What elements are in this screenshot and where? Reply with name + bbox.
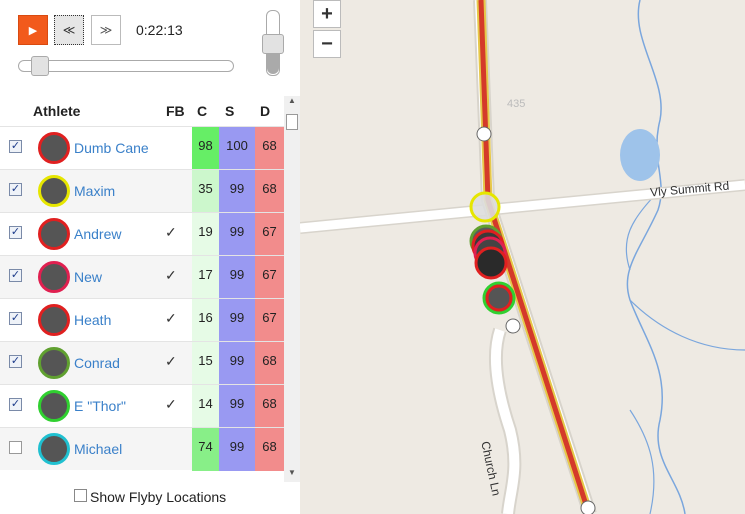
distance-cell: 67: [255, 299, 284, 342]
distance-cell: 67: [255, 213, 284, 256]
cadence-cell: 19: [192, 213, 219, 256]
flyby-checkbox[interactable]: [74, 489, 87, 502]
athlete-checkbox[interactable]: ✓: [9, 226, 22, 239]
elapsed-time: 0:22:13: [136, 22, 183, 38]
athlete-checkbox[interactable]: ✓: [9, 269, 22, 282]
rewind-button[interactable]: ≪: [54, 15, 84, 45]
header-athlete[interactable]: Athlete: [33, 103, 80, 119]
distance-cell: 68: [255, 342, 284, 385]
athlete-avatar: [38, 132, 70, 164]
map-view[interactable]: 435 Vly Summit Rd Church Ln + −: [300, 0, 745, 514]
speed-cell: 99: [219, 213, 255, 256]
zoom-out-button[interactable]: −: [313, 30, 341, 58]
athlete-avatar: [38, 261, 70, 293]
cadence-cell: 17: [192, 256, 219, 299]
flyby-check: ✓: [165, 310, 177, 326]
speed-slider-fill: [267, 52, 279, 74]
flyby-check: ✓: [165, 224, 177, 240]
athlete-avatar: [38, 175, 70, 207]
athlete-checkbox[interactable]: ✓: [9, 398, 22, 411]
speed-cell: 99: [219, 428, 255, 471]
table-row: ✓ E "Thor" ✓ 14 99 68: [0, 384, 284, 428]
athlete-checkbox[interactable]: [9, 441, 22, 454]
speed-cell: 99: [219, 299, 255, 342]
cadence-cell: 14: [192, 385, 219, 428]
athlete-name-link[interactable]: Michael: [74, 441, 122, 457]
table-row: Michael 74 99 68: [0, 427, 284, 471]
footer: Show Flyby Locations: [0, 482, 300, 514]
athlete-name-link[interactable]: Conrad: [74, 355, 120, 371]
cadence-cell: 16: [192, 299, 219, 342]
distance-cell: 68: [255, 170, 284, 213]
speed-cell: 99: [219, 342, 255, 385]
flyby-label[interactable]: Show Flyby Locations: [90, 489, 226, 505]
zoom-in-button[interactable]: +: [313, 0, 341, 28]
athlete-avatar: [38, 218, 70, 250]
table-row: ✓ Andrew ✓ 19 99 67: [0, 212, 284, 256]
play-icon: ▶: [28, 24, 38, 37]
table-row: ✓ Conrad ✓ 15 99 68: [0, 341, 284, 385]
athlete-avatar: [38, 433, 70, 465]
distance-cell: 68: [255, 428, 284, 471]
athlete-checkbox[interactable]: ✓: [9, 183, 22, 196]
header-s[interactable]: S: [225, 103, 234, 119]
table-scrollbar[interactable]: [284, 96, 300, 482]
cadence-cell: 74: [192, 428, 219, 471]
athlete-name-link[interactable]: New: [74, 269, 102, 285]
table-row: ✓ Maxim 35 99 68: [0, 169, 284, 213]
cadence-cell: 35: [192, 170, 219, 213]
fast-forward-button[interactable]: ≫: [91, 15, 121, 45]
scrollbar-thumb[interactable]: [286, 114, 298, 130]
cadence-cell: 98: [192, 127, 219, 170]
flyby-check: ✓: [165, 396, 177, 412]
scroll-down-arrow-icon[interactable]: ▼: [284, 468, 300, 482]
athlete-name-link[interactable]: Andrew: [74, 226, 121, 242]
speed-cell: 100: [219, 127, 255, 170]
timeline-slider[interactable]: [18, 60, 234, 72]
left-panel: ▶ ≪ ≫ 0:22:13 Athlete FB C S D ✓ Dumb Can…: [0, 0, 300, 514]
athlete-table: Athlete FB C S D ✓ Dumb Cane 98 100 68 ✓ Maxim…: [0, 96, 300, 482]
table-row: ✓ Heath ✓ 16 99 67: [0, 298, 284, 342]
flyby-check: ✓: [165, 267, 177, 283]
map-canvas: 435: [300, 0, 745, 514]
scroll-up-arrow-icon[interactable]: ▲: [284, 96, 300, 110]
table-row: ✓ New ✓ 17 99 67: [0, 255, 284, 299]
play-button[interactable]: ▶: [18, 15, 48, 45]
svg-text:435: 435: [507, 98, 525, 110]
timeline-slider-thumb[interactable]: [30, 56, 49, 76]
distance-cell: 67: [255, 256, 284, 299]
distance-cell: 68: [255, 127, 284, 170]
flyby-check: ✓: [165, 353, 177, 369]
rewind-icon: ≪: [62, 23, 76, 37]
header-d[interactable]: D: [260, 103, 270, 119]
speed-cell: 99: [219, 385, 255, 428]
header-fb[interactable]: FB: [166, 103, 185, 119]
athlete-name-link[interactable]: Maxim: [74, 183, 115, 199]
table-header: Athlete FB C S D: [0, 96, 284, 126]
athlete-name-link[interactable]: Dumb Cane: [74, 140, 149, 156]
athlete-avatar: [38, 304, 70, 336]
table-row: ✓ Dumb Cane 98 100 68: [0, 126, 284, 170]
playback-controls: ▶ ≪ ≫ 0:22:13: [0, 0, 300, 96]
athlete-checkbox[interactable]: ✓: [9, 140, 22, 153]
speed-slider-thumb[interactable]: [262, 34, 284, 54]
athlete-checkbox[interactable]: ✓: [9, 355, 22, 368]
athlete-avatar: [38, 347, 70, 379]
speed-cell: 99: [219, 170, 255, 213]
athlete-name-link[interactable]: E "Thor": [74, 398, 126, 414]
header-c[interactable]: C: [197, 103, 207, 119]
cadence-cell: 15: [192, 342, 219, 385]
athlete-checkbox[interactable]: ✓: [9, 312, 22, 325]
fast-forward-icon: ≫: [99, 23, 113, 37]
speed-cell: 99: [219, 256, 255, 299]
athlete-avatar: [38, 390, 70, 422]
distance-cell: 68: [255, 385, 284, 428]
athlete-name-link[interactable]: Heath: [74, 312, 111, 328]
